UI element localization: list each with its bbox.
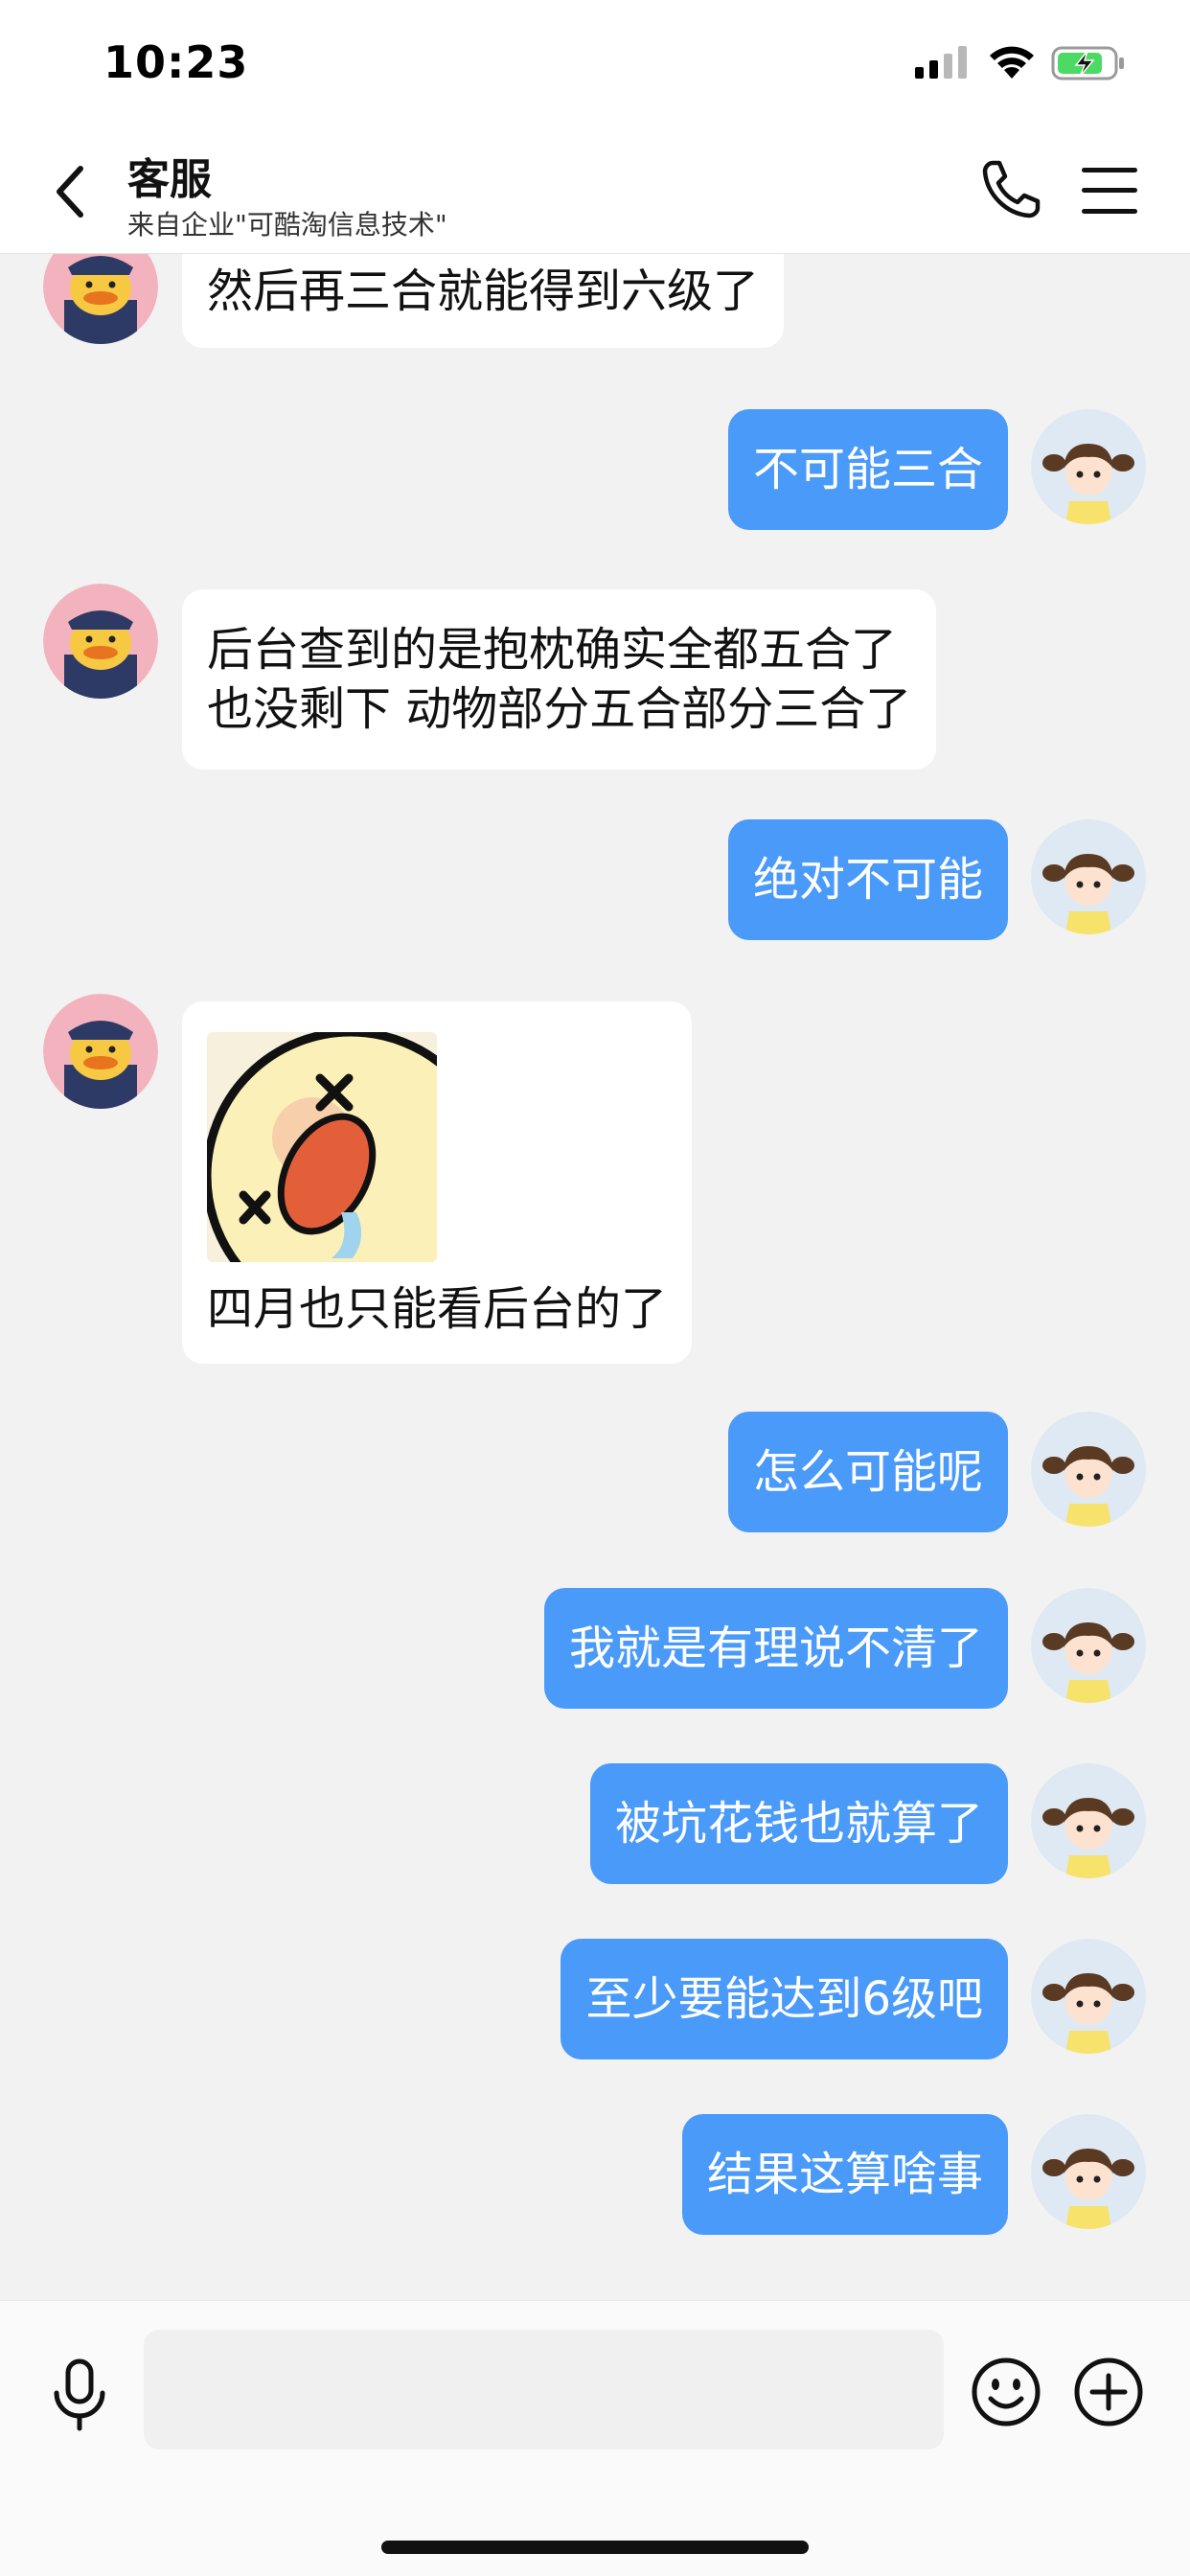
home-indicator[interactable] bbox=[381, 2541, 809, 2554]
chat-screen: 10:23 客服 来自企业"可酷淘信息技术" 然后再三合就能得到六级了 不可能三… bbox=[0, 0, 1190, 2576]
message-text: 结果这算啥事 bbox=[706, 2148, 983, 2201]
input-bar bbox=[0, 2300, 1190, 2576]
microphone-icon[interactable] bbox=[48, 2358, 111, 2431]
user-avatar[interactable] bbox=[1031, 2114, 1146, 2229]
message-text: 四月也只能看后台的了 bbox=[207, 1282, 668, 1336]
message-list[interactable]: 然后再三合就能得到六级了 不可能三合 后台查到的是抱枕确实全都五合了 也没剩下 … bbox=[0, 254, 1190, 2300]
sad-face-sticker[interactable] bbox=[207, 1032, 437, 1262]
message-bubble-outgoing[interactable]: 我就是有理说不清了 bbox=[543, 1588, 1008, 1709]
agent-avatar[interactable] bbox=[43, 254, 158, 344]
message-bubble-outgoing[interactable]: 怎么可能呢 bbox=[727, 1412, 1008, 1532]
message-text: 被坑花钱也就算了 bbox=[614, 1797, 983, 1851]
user-avatar[interactable] bbox=[1031, 1939, 1146, 2054]
message-text: 至少要能达到6级吧 bbox=[585, 1972, 983, 2026]
user-avatar[interactable] bbox=[1031, 1412, 1146, 1527]
status-time: 10:23 bbox=[103, 36, 249, 88]
chat-subtitle: 来自企业"可酷淘信息技术" bbox=[127, 209, 447, 241]
chat-title: 客服 bbox=[127, 155, 212, 204]
message-bubble-outgoing[interactable]: 不可能三合 bbox=[727, 409, 1008, 530]
emoji-icon[interactable] bbox=[971, 2357, 1041, 2427]
message-input[interactable] bbox=[144, 2330, 944, 2450]
user-avatar[interactable] bbox=[1031, 819, 1146, 934]
user-avatar[interactable] bbox=[1031, 1763, 1146, 1878]
agent-avatar[interactable] bbox=[43, 994, 158, 1109]
message-text: 怎么可能呢 bbox=[752, 1445, 983, 1499]
message-text: 我就是有理说不清了 bbox=[568, 1622, 983, 1675]
message-text-line: 后台查到的是抱枕确实全都五合了 bbox=[207, 623, 898, 677]
message-bubble-outgoing[interactable]: 至少要能达到6级吧 bbox=[561, 1939, 1008, 2059]
plus-circle-icon[interactable] bbox=[1073, 2357, 1144, 2427]
status-bar: 10:23 bbox=[0, 0, 1190, 129]
chat-header: 客服 来自企业"可酷淘信息技术" bbox=[0, 129, 1190, 254]
message-bubble-outgoing[interactable]: 结果这算啥事 bbox=[681, 2114, 1008, 2235]
battery-icon bbox=[1051, 46, 1124, 80]
message-text-line: 也没剩下 动物部分五合部分三合了 bbox=[207, 682, 912, 736]
user-avatar[interactable] bbox=[1031, 1588, 1146, 1703]
wifi-icon bbox=[990, 46, 1034, 79]
cellular-signal-icon bbox=[915, 46, 967, 79]
agent-avatar[interactable] bbox=[43, 584, 158, 699]
message-bubble-outgoing[interactable]: 被坑花钱也就算了 bbox=[589, 1763, 1008, 1884]
phone-icon[interactable] bbox=[979, 158, 1042, 221]
message-bubble-incoming[interactable]: 后台查到的是抱枕确实全都五合了 也没剩下 动物部分五合部分三合了 bbox=[182, 589, 937, 770]
message-text: 然后再三合就能得到六级了 bbox=[207, 264, 760, 318]
message-bubble-incoming[interactable]: 然后再三合就能得到六级了 bbox=[182, 254, 785, 348]
user-avatar[interactable] bbox=[1031, 409, 1146, 524]
menu-icon[interactable] bbox=[1080, 166, 1139, 216]
chevron-left-icon[interactable] bbox=[48, 161, 90, 222]
message-bubble-incoming[interactable]: 四月也只能看后台的了 bbox=[182, 1001, 693, 1364]
message-bubble-outgoing[interactable]: 绝对不可能 bbox=[727, 819, 1008, 940]
message-text: 不可能三合 bbox=[752, 443, 983, 496]
message-text: 绝对不可能 bbox=[752, 853, 983, 907]
